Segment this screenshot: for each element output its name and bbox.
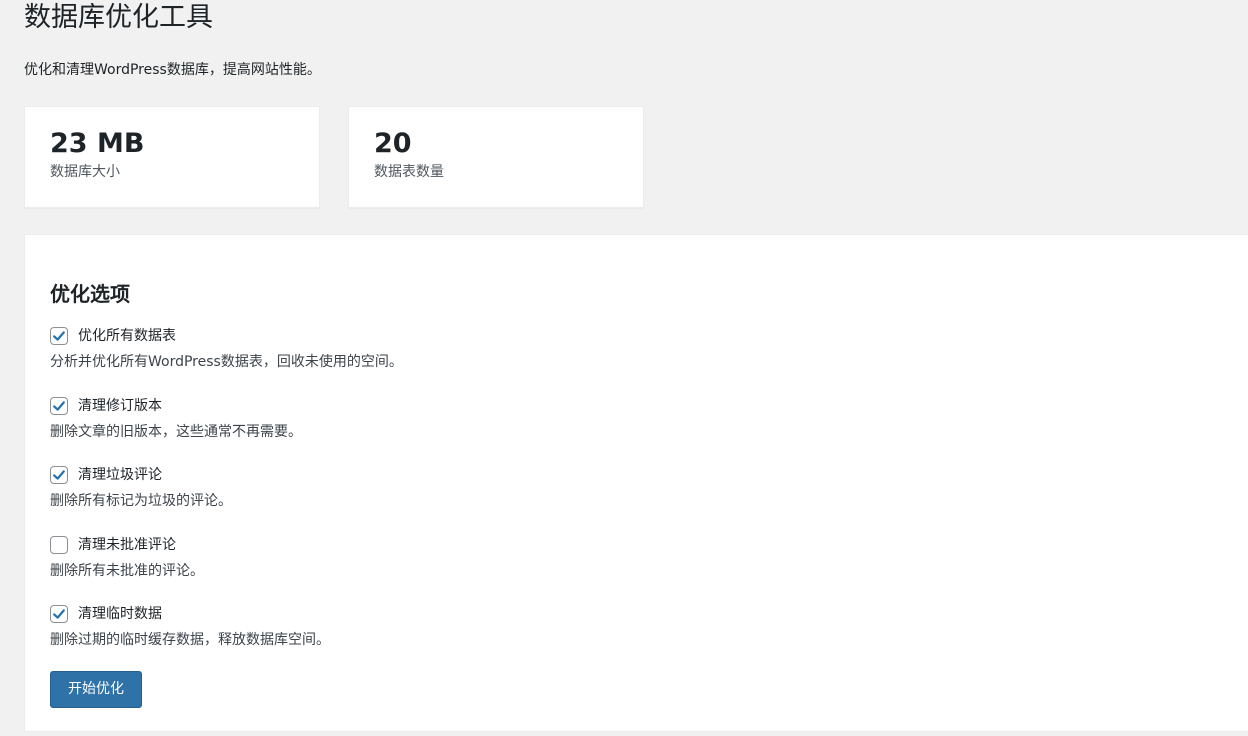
checkbox-clean-spam-comments[interactable] bbox=[50, 466, 68, 484]
option-clean-spam-comments: 清理垃圾评论 删除所有标记为垃圾的评论。 bbox=[50, 464, 232, 511]
stat-value: 23 MB bbox=[50, 128, 145, 159]
option-description: 分析并优化所有WordPress数据表，回收未使用的空间。 bbox=[50, 354, 403, 370]
option-label: 清理垃圾评论 bbox=[78, 467, 162, 483]
option-clean-transients: 清理临时数据 删除过期的临时缓存数据，释放数据库空间。 bbox=[50, 603, 330, 650]
panel-title: 优化选项 bbox=[50, 282, 130, 306]
checkmark-icon bbox=[53, 609, 65, 619]
checkbox-clean-transients[interactable] bbox=[50, 605, 68, 623]
page: 数据库优化工具 优化和清理WordPress数据库，提高网站性能。 23 MB … bbox=[0, 0, 1248, 736]
checkbox-clean-revisions[interactable] bbox=[50, 397, 68, 415]
option-row[interactable]: 清理临时数据 bbox=[50, 603, 330, 625]
checkmark-icon bbox=[53, 331, 65, 341]
option-clean-unapproved-comments: 清理未批准评论 删除所有未批准的评论。 bbox=[50, 534, 204, 581]
option-label: 清理临时数据 bbox=[78, 606, 162, 622]
optimization-options-panel: 优化选项 优化所有数据表 分析并优化所有WordPress数据表，回收未使用的空… bbox=[24, 234, 1248, 732]
stat-label: 数据表数量 bbox=[374, 164, 444, 180]
option-label: 优化所有数据表 bbox=[78, 328, 176, 344]
option-row[interactable]: 优化所有数据表 bbox=[50, 325, 403, 347]
option-description: 删除过期的临时缓存数据，释放数据库空间。 bbox=[50, 632, 330, 648]
option-clean-revisions: 清理修订版本 删除文章的旧版本，这些通常不再需要。 bbox=[50, 395, 302, 442]
option-optimize-tables: 优化所有数据表 分析并优化所有WordPress数据表，回收未使用的空间。 bbox=[50, 325, 403, 372]
option-row[interactable]: 清理未批准评论 bbox=[50, 534, 204, 556]
stat-value: 20 bbox=[374, 128, 412, 159]
page-description: 优化和清理WordPress数据库，提高网站性能。 bbox=[24, 62, 321, 78]
option-description: 删除所有标记为垃圾的评论。 bbox=[50, 493, 232, 509]
option-label: 清理未批准评论 bbox=[78, 537, 176, 553]
option-description: 删除文章的旧版本，这些通常不再需要。 bbox=[50, 424, 302, 440]
option-description: 删除所有未批准的评论。 bbox=[50, 563, 204, 579]
checkbox-optimize-tables[interactable] bbox=[50, 327, 68, 345]
stat-card-db-size: 23 MB 数据库大小 bbox=[24, 106, 320, 208]
stat-label: 数据库大小 bbox=[50, 164, 120, 180]
option-row[interactable]: 清理修订版本 bbox=[50, 395, 302, 417]
checkmark-icon bbox=[53, 470, 65, 480]
option-label: 清理修订版本 bbox=[78, 398, 162, 414]
option-row[interactable]: 清理垃圾评论 bbox=[50, 464, 232, 486]
start-optimization-button[interactable]: 开始优化 bbox=[50, 671, 142, 708]
page-title: 数据库优化工具 bbox=[24, 2, 213, 33]
checkmark-icon bbox=[53, 401, 65, 411]
checkbox-clean-unapproved-comments[interactable] bbox=[50, 536, 68, 554]
stat-card-table-count: 20 数据表数量 bbox=[348, 106, 644, 208]
